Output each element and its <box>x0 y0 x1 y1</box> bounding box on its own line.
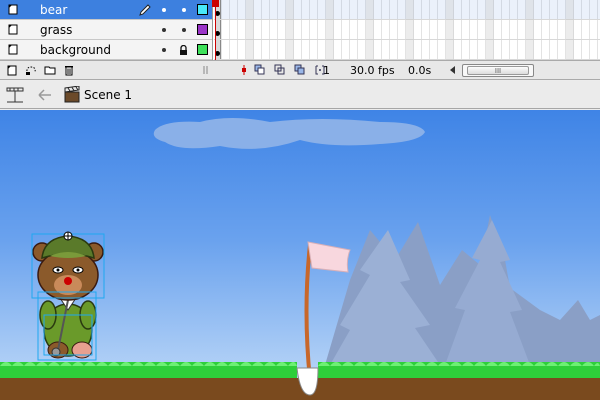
lock-toggle[interactable] <box>182 8 186 12</box>
frame-marker-band <box>486 0 494 60</box>
lock-icon[interactable] <box>179 45 188 55</box>
timeline-scrollbar[interactable]: III <box>462 64 534 77</box>
frame-marker-band <box>406 0 414 60</box>
folder-icon[interactable] <box>44 64 56 76</box>
pencil-icon <box>139 4 151 16</box>
timeline-toggle-icon[interactable] <box>5 86 25 104</box>
layer-icon <box>8 44 18 55</box>
layer-color-swatch[interactable] <box>197 24 208 35</box>
frame-marker-band <box>446 0 454 60</box>
frame-marker-band <box>286 0 294 60</box>
grass-ground <box>0 362 600 400</box>
layer-icon <box>8 24 18 35</box>
motion-guide-icon[interactable] <box>25 64 37 76</box>
scrollbar-thumb[interactable]: III <box>467 66 529 75</box>
elapsed-time: 0.0s <box>408 64 432 77</box>
current-frame: 1 <box>323 64 330 77</box>
layer-row-bear[interactable]: bear <box>0 0 212 20</box>
scene-breadcrumb[interactable]: Scene 1 <box>84 88 132 102</box>
visibility-toggle[interactable] <box>162 28 166 32</box>
clapperboard-icon <box>64 86 80 103</box>
onion-skin-icon[interactable] <box>254 64 266 76</box>
timeline-panel: bear grass background <box>0 0 600 60</box>
back-arrow-icon[interactable] <box>38 89 52 101</box>
frame-marker-band <box>366 0 374 60</box>
new-layer-icon[interactable] <box>6 64 18 76</box>
frame-rate[interactable]: 30.0 fps <box>350 64 395 77</box>
onion-skin-outlines-icon[interactable] <box>274 64 286 76</box>
visibility-toggle[interactable] <box>162 8 166 12</box>
trash-icon[interactable] <box>63 64 75 76</box>
cloud <box>153 118 425 149</box>
edit-bar: Scene 1 <box>0 81 600 109</box>
frame-marker-band <box>526 0 534 60</box>
scroll-left-arrow[interactable] <box>450 66 455 74</box>
layer-color-swatch[interactable] <box>197 4 208 15</box>
layer-row-grass[interactable]: grass <box>0 20 212 40</box>
frame-marker-band <box>326 0 334 60</box>
lock-toggle[interactable] <box>182 28 186 32</box>
frame-grid[interactable] <box>214 0 600 60</box>
stage-canvas[interactable] <box>0 110 600 400</box>
panel-grip-icon[interactable] <box>200 64 212 76</box>
layer-name: background <box>40 43 111 57</box>
center-frame-icon[interactable] <box>238 64 250 76</box>
edit-multiple-frames-icon[interactable] <box>294 64 306 76</box>
layer-color-swatch[interactable] <box>197 44 208 55</box>
layer-row-background[interactable]: background <box>0 40 212 60</box>
visibility-toggle[interactable] <box>162 48 166 52</box>
layer-name: bear <box>40 3 68 17</box>
layer-list: bear grass background <box>0 0 213 60</box>
frame-marker-band <box>566 0 574 60</box>
trees-background <box>325 215 600 365</box>
timeline-toolbar: 1 30.0 fps 0.0s III <box>0 60 600 80</box>
layer-name: grass <box>40 23 73 37</box>
transform-point-icon <box>63 231 73 241</box>
frame-marker-band <box>246 0 254 60</box>
stage-artwork <box>0 118 600 400</box>
layer-icon <box>8 4 18 15</box>
